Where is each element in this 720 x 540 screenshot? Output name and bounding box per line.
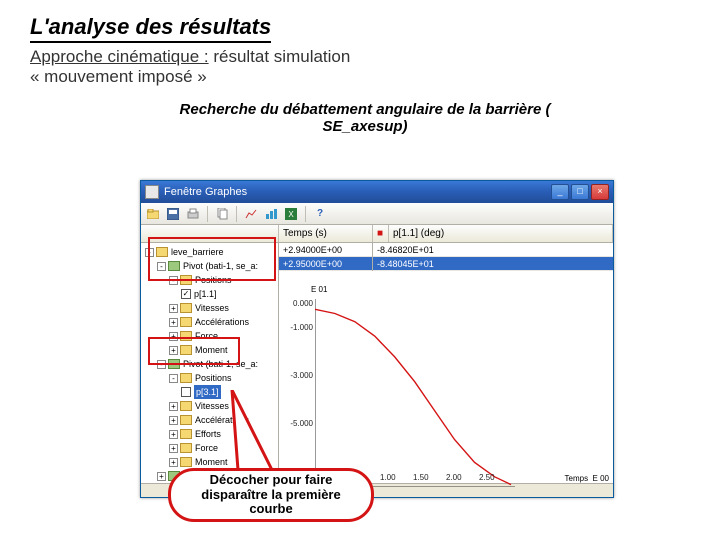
value-cell[interactable]: -8.46820E+01	[373, 243, 613, 257]
folder-icon	[180, 429, 192, 439]
tree-checkbox[interactable]	[181, 387, 191, 397]
print-icon[interactable]	[185, 206, 201, 222]
tree-twist[interactable]: +	[169, 444, 178, 453]
x-tick: 2.50	[479, 473, 495, 482]
tree-node[interactable]: ✓p[1.1]	[141, 287, 278, 301]
time-column[interactable]: +2.94000E+00+2.95000E+00	[279, 243, 373, 271]
time-cell[interactable]: +2.95000E+00	[279, 257, 372, 271]
open-icon[interactable]	[145, 206, 161, 222]
tree-twist[interactable]: -	[169, 374, 178, 383]
folder-icon	[180, 415, 192, 425]
slide-subtitle: Approche cinématique : résultat simulati…	[30, 47, 690, 87]
tree-label: Positions	[195, 371, 232, 385]
folder-icon	[180, 401, 192, 411]
highlight-rect-1	[148, 237, 276, 281]
close-button[interactable]: ×	[591, 184, 609, 200]
titlebar[interactable]: Fenêtre Graphes _ □ ×	[141, 181, 613, 203]
chart2-icon[interactable]	[263, 206, 279, 222]
var-header[interactable]: p[1.1] (deg)	[389, 225, 613, 242]
folder-icon	[180, 443, 192, 453]
toolbar-sep	[305, 206, 306, 222]
swatch-header: ■	[373, 225, 389, 242]
subtitle-rest: résultat simulation	[209, 47, 351, 66]
toolbar-sep	[236, 206, 237, 222]
tree-checkbox[interactable]: ✓	[181, 289, 191, 299]
tree-twist[interactable]: +	[169, 416, 178, 425]
subtitle-underlined: Approche cinématique :	[30, 47, 209, 66]
value-column[interactable]: -8.46820E+01-8.48045E+01	[373, 243, 613, 271]
minimize-button[interactable]: _	[551, 184, 569, 200]
folder-icon	[180, 303, 192, 313]
highlight-rect-2	[148, 337, 240, 365]
callout-tail	[230, 390, 290, 480]
slide-title: L'analyse des résultats	[30, 14, 271, 43]
section-heading: Recherche du débattement angulaire de la…	[150, 101, 580, 135]
plot-area[interactable]: E 01 0.000-1.000-3.000-5.000-7.000 0.501…	[279, 271, 613, 483]
y-tick: -5.000	[290, 419, 313, 428]
curve-svg	[315, 299, 515, 487]
folder-icon	[180, 457, 192, 467]
tree-label: Force	[195, 441, 218, 455]
toolbar: X ?	[141, 203, 613, 225]
time-header[interactable]: Temps (s)	[279, 225, 373, 242]
time-cell[interactable]: +2.94000E+00	[279, 243, 372, 257]
chart1-icon[interactable]	[243, 206, 259, 222]
tree-twist[interactable]: +	[169, 402, 178, 411]
tree-label: Accélérations	[195, 315, 249, 329]
tree-label: Vitesses	[195, 301, 229, 315]
tree-node[interactable]: + Vitesses	[141, 301, 278, 315]
help-icon[interactable]: ?	[312, 206, 328, 222]
value-cell[interactable]: -8.48045E+01	[373, 257, 613, 271]
tree-label: Efforts	[195, 427, 221, 441]
tree-label: p[1.1]	[194, 287, 217, 301]
x-tick: 1.00	[380, 473, 396, 482]
y-tick: -1.000	[290, 323, 313, 332]
copy-icon[interactable]	[214, 206, 230, 222]
maximize-button[interactable]: □	[571, 184, 589, 200]
tree-label: Moment	[195, 455, 228, 469]
tree-twist[interactable]: +	[169, 458, 178, 467]
folder-icon	[180, 317, 192, 327]
x-label-unit: Temps E 00	[565, 474, 609, 483]
toolbar-sep	[207, 206, 208, 222]
tree-twist[interactable]: +	[169, 304, 178, 313]
tree-node[interactable]: + Accélérations	[141, 315, 278, 329]
tree-twist[interactable]: +	[169, 318, 178, 327]
folder-icon	[180, 373, 192, 383]
app-icon	[145, 185, 159, 199]
y-tick: 0.000	[293, 299, 313, 308]
tree-twist[interactable]: +	[169, 430, 178, 439]
y-unit: E 01	[311, 285, 327, 294]
callout-bubble: Décocher pour faire disparaître la premi…	[168, 468, 374, 522]
svg-text:X: X	[288, 210, 294, 219]
tree-label: p[3.1]	[194, 385, 221, 399]
window-title: Fenêtre Graphes	[164, 186, 551, 198]
y-tick: -3.000	[290, 371, 313, 380]
x-tick: 2.00	[446, 473, 462, 482]
x-tick: 1.50	[413, 473, 429, 482]
tree-twist[interactable]: +	[157, 472, 166, 481]
subtitle-line2: « mouvement imposé »	[30, 67, 207, 86]
save-icon[interactable]	[165, 206, 181, 222]
excel-icon[interactable]: X	[283, 206, 299, 222]
tree-node[interactable]: - Positions	[141, 371, 278, 385]
tree-label: Vitesses	[195, 399, 229, 413]
